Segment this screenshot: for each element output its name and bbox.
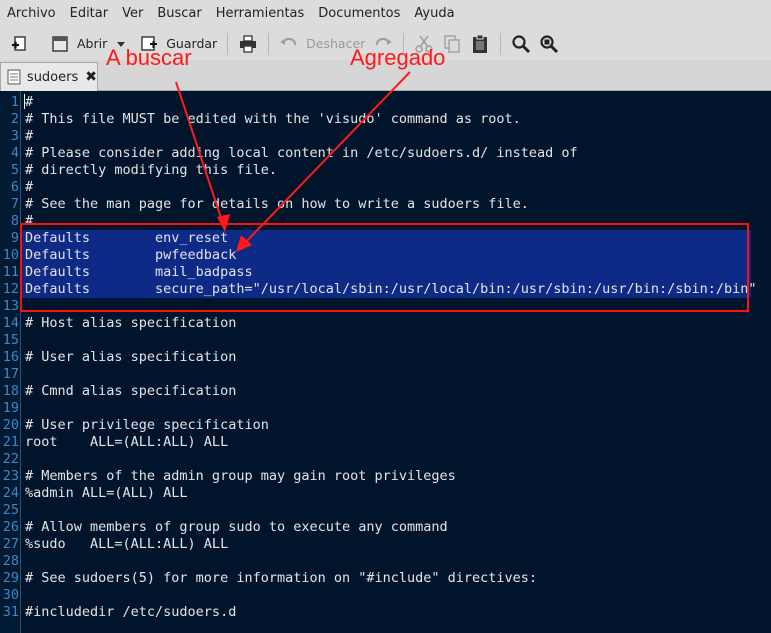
arrow-search-head [217, 214, 230, 232]
arrow-search [175, 81, 226, 231]
arrow-added [239, 71, 411, 249]
annotation-arrows [175, 71, 411, 252]
